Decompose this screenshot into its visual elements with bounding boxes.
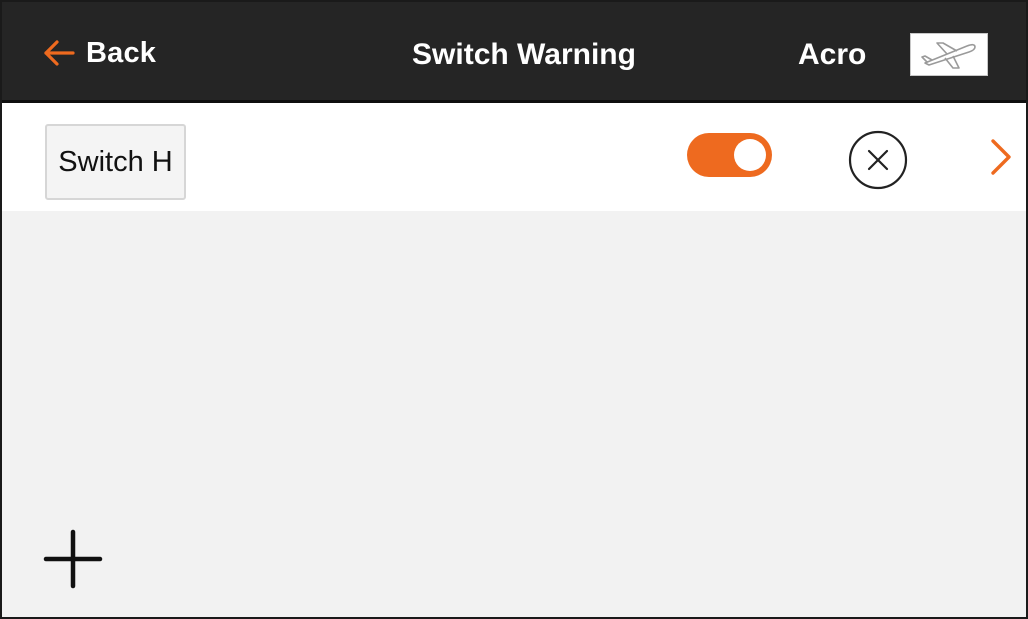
chevron-right-icon[interactable] (984, 135, 1018, 179)
model-name: Acro (798, 38, 867, 71)
warning-toggle[interactable] (687, 133, 772, 177)
page-title: Switch Warning (412, 38, 636, 71)
toggle-knob (734, 139, 766, 171)
plus-icon[interactable] (40, 526, 106, 592)
switch-select-button[interactable]: Switch H (45, 124, 186, 200)
app-frame: Back Switch Warning Acro Switch H (0, 0, 1028, 619)
airplane-icon[interactable] (910, 33, 988, 76)
top-bar: Back Switch Warning Acro (2, 2, 1026, 103)
close-circle-icon[interactable] (847, 129, 909, 191)
